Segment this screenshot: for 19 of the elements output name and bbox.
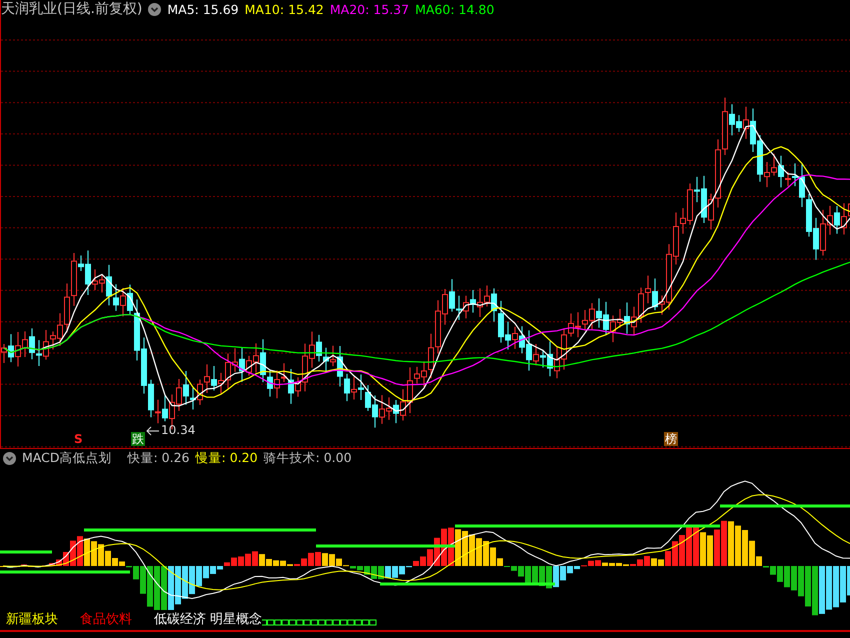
dropdown-icon[interactable] [148, 2, 162, 16]
indicator-title: MACD高低点划 [22, 450, 112, 467]
indicator-value: 快量: 0.26 [127, 450, 190, 467]
ma-value: MA60: 14.80 [415, 2, 494, 16]
ma-value: MA20: 15.37 [330, 2, 410, 16]
indicator-value: 慢量: 0.20 [196, 450, 258, 467]
fall-marker: 跌 [131, 432, 145, 446]
ma-value: MA5: 15.69 [167, 2, 239, 16]
ma-value: MA10: 15.42 [244, 2, 324, 16]
sell-marker: S [73, 432, 84, 446]
dropdown-icon[interactable] [3, 452, 16, 465]
sector-label[interactable]: 新疆板块 [6, 610, 58, 628]
stock-title: 天润乳业(日线.前复权) [1, 0, 142, 18]
sector-label[interactable]: 低碳经济 明星概念 [154, 610, 262, 628]
indicator-value: 骑牛技术: 0.00 [264, 450, 352, 467]
sector-label[interactable]: 食品饮料 [80, 610, 132, 628]
low-price-label: 10.34 [161, 423, 196, 437]
rank-marker: 榜 [664, 432, 678, 446]
arrow-icon [146, 426, 160, 436]
